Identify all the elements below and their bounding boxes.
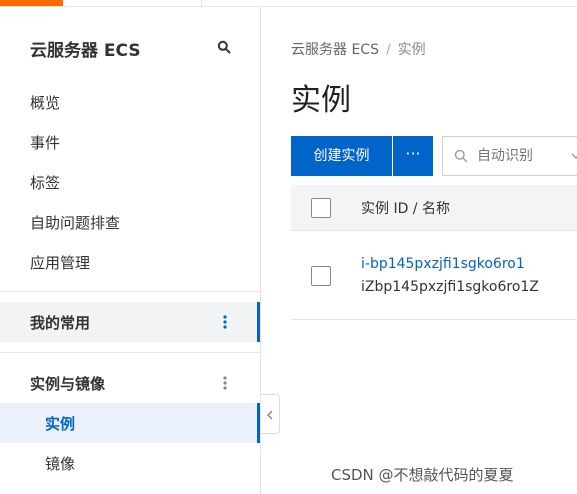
table-row: i-bp145pxzjfi1sgko6ro1 iZbp145pxzjfi1sgk… — [291, 231, 577, 320]
row-checkbox[interactable] — [311, 266, 331, 286]
table-header: 实例 ID / 名称 — [291, 185, 577, 231]
active-indicator — [257, 302, 260, 342]
sidebar-item-label: 镜像 — [45, 455, 76, 473]
sidebar-group-favorites[interactable]: 我的常用 — [0, 302, 260, 342]
breadcrumb-separator: / — [385, 42, 391, 58]
sidebar-item-tags[interactable]: 标签 — [30, 172, 60, 193]
sidebar-header: 云服务器 ECS — [30, 36, 240, 61]
column-header-instance-id-name[interactable]: 实例 ID / 名称 — [361, 198, 450, 218]
instance-name: iZbp145pxzjfi1sgko6ro1Z — [361, 279, 539, 295]
breadcrumb-current: 实例 — [397, 42, 426, 58]
top-bar-divider — [201, 0, 202, 7]
sidebar-group-instances-images[interactable]: 实例与镜像 — [0, 363, 260, 403]
select-all-checkbox[interactable] — [311, 198, 331, 218]
sidebar-divider — [0, 291, 260, 292]
search-icon[interactable] — [217, 40, 231, 54]
sidebar-title: 云服务器 ECS — [30, 41, 141, 61]
sidebar-item-overview[interactable]: 概览 — [30, 92, 60, 113]
top-bar — [0, 0, 577, 7]
sidebar-item-instances[interactable]: 实例 — [0, 403, 260, 443]
search-input[interactable] — [477, 145, 557, 167]
sidebar: 云服务器 ECS 概览 事件 标签 自助问题排查 应用管理 我的常用 实例与镜像… — [0, 7, 261, 494]
create-instance-button[interactable]: 创建实例 — [291, 136, 392, 176]
sidebar-group-label: 实例与镜像 — [30, 375, 106, 393]
sidebar-item-label: 实例 — [45, 415, 76, 433]
watermark: CSDN @不想敲代码的夏夏 — [331, 466, 514, 484]
sidebar-item-self-diagnosis[interactable]: 自助问题排查 — [30, 212, 120, 233]
active-indicator — [257, 403, 260, 443]
more-vertical-icon[interactable] — [218, 372, 232, 394]
more-actions-button[interactable]: ··· — [393, 136, 433, 176]
search-icon — [454, 149, 468, 163]
sidebar-divider — [0, 352, 260, 353]
brand-strip[interactable] — [0, 0, 63, 6]
sidebar-group-label: 我的常用 — [30, 314, 91, 332]
search-box[interactable] — [442, 136, 577, 176]
breadcrumb: 云服务器 ECS / 实例 — [291, 39, 426, 59]
breadcrumb-root[interactable]: 云服务器 ECS — [291, 42, 379, 58]
main-content: 云服务器 ECS / 实例 实例 创建实例 ··· 实例 ID / 名称 i-bp1… — [262, 7, 577, 494]
more-vertical-icon[interactable] — [218, 311, 232, 333]
sidebar-item-app-management[interactable]: 应用管理 — [30, 252, 90, 273]
page-title: 实例 — [291, 83, 351, 118]
chevron-down-icon[interactable] — [570, 151, 577, 161]
instance-id-link[interactable]: i-bp145pxzjfi1sgko6ro1 — [361, 256, 525, 272]
sidebar-item-events[interactable]: 事件 — [30, 132, 60, 153]
sidebar-item-images[interactable]: 镜像 — [0, 443, 260, 483]
